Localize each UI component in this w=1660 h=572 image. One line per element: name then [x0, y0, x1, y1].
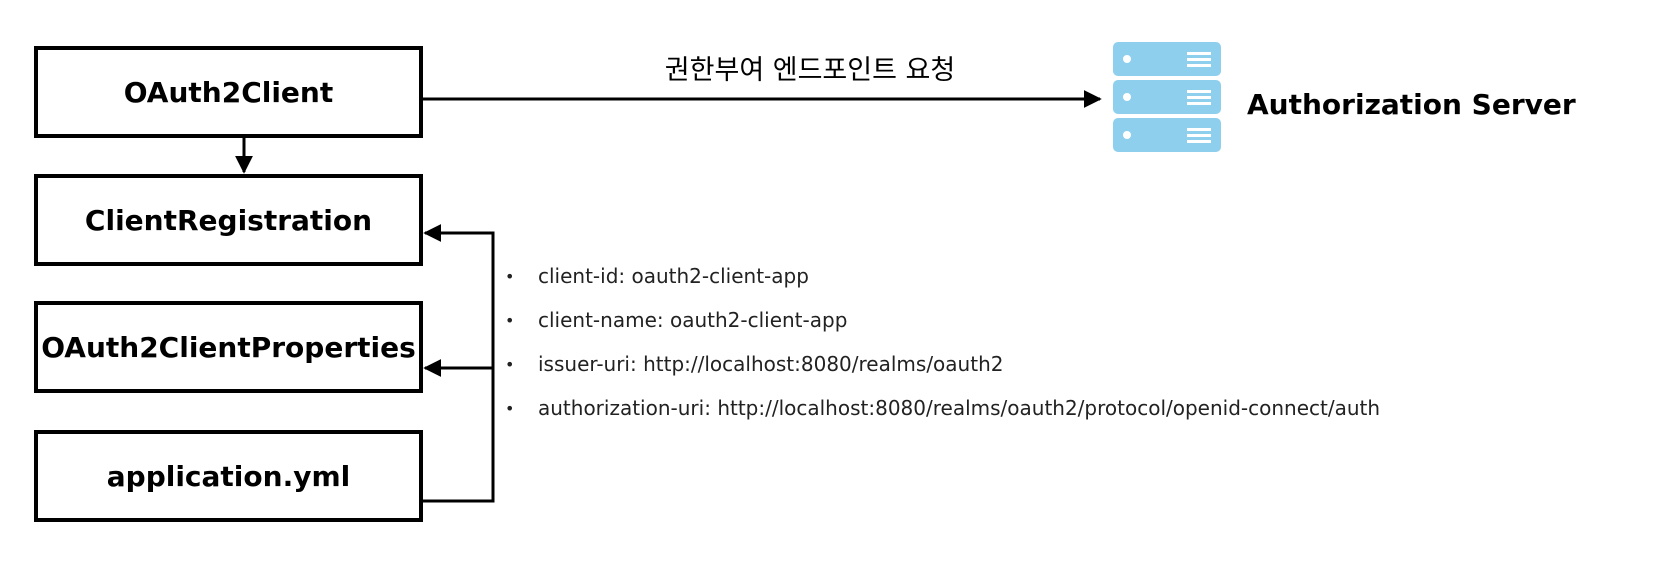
request-arrow-label: 권한부여 엔드포인트 요청: [664, 55, 956, 86]
list-item: • client-name: oauth2-client-app: [505, 298, 1380, 342]
property-value: http://localhost:8080/realms/oauth2/prot…: [717, 396, 1381, 420]
property-value: oauth2-client-app: [631, 264, 809, 288]
property-value: http://localhost:8080/realms/oauth2: [643, 352, 1004, 376]
bullet: •: [505, 310, 515, 330]
bullet: •: [505, 266, 515, 286]
oauth2client-label: OAuth2Client: [123, 75, 334, 109]
property-key: client-id:: [538, 264, 626, 288]
client-registration-box: ClientRegistration: [34, 174, 423, 266]
authorization-server-label: Authorization Server: [1247, 88, 1576, 121]
client-properties-label: OAuth2ClientProperties: [41, 330, 416, 364]
application-yml-box: application.yml: [34, 430, 423, 522]
server-icon: [1113, 42, 1221, 152]
client-registration-label: ClientRegistration: [84, 203, 373, 237]
property-key: client-name:: [538, 308, 664, 332]
list-item: • authorization-uri: http://localhost:80…: [505, 386, 1380, 430]
client-properties-box: OAuth2ClientProperties: [34, 301, 423, 393]
client-properties-list: • client-id: oauth2-client-app • client-…: [505, 254, 1380, 430]
oauth2client-box: OAuth2Client: [34, 46, 423, 138]
property-key: authorization-uri:: [538, 396, 711, 420]
list-item: • issuer-uri: http://localhost:8080/real…: [505, 342, 1380, 386]
bullet: •: [505, 398, 515, 418]
bullet: •: [505, 354, 515, 374]
application-yml-label: application.yml: [106, 459, 351, 493]
property-value: oauth2-client-app: [669, 308, 848, 332]
property-key: issuer-uri:: [538, 352, 637, 376]
list-item: • client-id: oauth2-client-app: [505, 254, 1380, 298]
